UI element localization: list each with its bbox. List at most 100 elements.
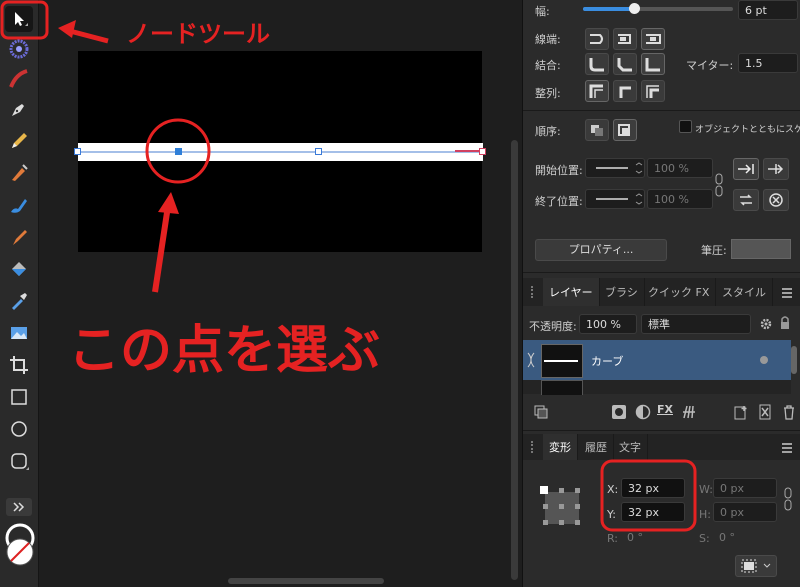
join-miter-button[interactable] [585, 53, 609, 75]
swap-icon [740, 194, 752, 206]
width-label: 幅: [535, 5, 550, 18]
lock-icon[interactable] [779, 315, 791, 330]
cap-label: 線端: [535, 33, 561, 46]
r-label: R: [607, 532, 619, 545]
align-outside-button[interactable] [641, 80, 665, 102]
chain-link-icon [715, 173, 723, 197]
align-outside-icon [646, 85, 659, 98]
width-slider[interactable] [583, 3, 733, 14]
layer-options-icon[interactable] [533, 404, 549, 424]
cap-round-button[interactable] [613, 28, 637, 50]
tab-styles[interactable]: スタイル [716, 278, 773, 306]
arrowhead-past-end-button[interactable] [763, 158, 789, 180]
cap-butt-button[interactable] [585, 28, 609, 50]
scale-with-object-label: オブジェクトとともにスケーリング [695, 125, 800, 135]
start-label: 開始位置: [535, 164, 583, 177]
link-arrowheads-toggle[interactable] [714, 172, 724, 198]
anchor-point-selector[interactable] [539, 484, 587, 530]
point-arrow [152, 205, 171, 293]
tool-arrow-head [58, 20, 76, 38]
width-slider-thumb[interactable] [629, 3, 640, 14]
w-label: W: [699, 483, 713, 496]
line-end-icon [596, 162, 643, 174]
align-inside-icon [589, 84, 603, 98]
point-highlight-circle [145, 118, 211, 184]
align-label: 整列: [535, 87, 561, 100]
transform-tabbar: 変形 履歴 文字 [523, 434, 800, 460]
miter-label: マイター: [686, 59, 734, 72]
layer-type-icon [526, 351, 536, 369]
join-bevel-icon [645, 58, 660, 72]
s-label: S: [699, 532, 710, 545]
mask-icon[interactable] [611, 404, 627, 424]
layer-thumbnail [541, 344, 583, 378]
layer-name: カーブ [591, 355, 624, 368]
tab-history[interactable]: 履歴 [579, 434, 614, 460]
fx-icon[interactable]: FX [657, 403, 673, 416]
lock-aspect-toggle[interactable] [783, 486, 793, 512]
tab-transform[interactable]: 変形 [543, 434, 578, 460]
start-arrowhead-select[interactable] [585, 158, 645, 178]
trash-icon[interactable] [781, 404, 797, 424]
tab-quick-fx[interactable]: クイック FX [642, 278, 717, 306]
cap-square-button[interactable] [641, 28, 665, 50]
divider [523, 110, 800, 111]
pressure-graph[interactable] [731, 239, 791, 259]
layers-footer: FX [523, 398, 800, 426]
miter-field[interactable]: 1.5 [738, 53, 798, 73]
align-center-button[interactable] [613, 80, 637, 102]
blend-mode-select[interactable]: 標準 [641, 314, 751, 334]
remove-arrowheads-button[interactable] [763, 189, 789, 211]
tab-text[interactable]: 文字 [613, 434, 648, 460]
group-layers-icon[interactable] [757, 404, 773, 424]
line-end-icon [596, 193, 643, 205]
xy-highlight [600, 459, 697, 532]
arrowhead-at-end-button[interactable] [733, 158, 759, 180]
add-layer-icon[interactable] [733, 404, 749, 424]
arrow-past-line-icon [768, 164, 784, 174]
divider [523, 430, 800, 431]
shear-field[interactable]: 0 ° [713, 528, 777, 548]
start-scale-field[interactable]: 100 % [647, 158, 713, 178]
tab-brushes[interactable]: ブラシ [599, 278, 645, 306]
join-round-button[interactable] [613, 53, 637, 75]
align-inside-button[interactable] [585, 80, 609, 102]
cap-square-icon [646, 34, 661, 44]
bounding-box-icon [741, 559, 771, 573]
adjustment-icon[interactable] [635, 404, 651, 424]
layers-scrollbar[interactable] [791, 346, 797, 374]
swap-arrowheads-button[interactable] [733, 189, 759, 211]
opacity-field[interactable]: 100 % [579, 314, 637, 334]
end-scale-field[interactable]: 100 % [647, 189, 713, 209]
panel-menu-icon[interactable] [781, 285, 793, 299]
layer-row-curve[interactable]: カーブ [523, 340, 791, 380]
layer-visibility-dot[interactable] [760, 356, 768, 364]
join-round-icon [617, 58, 632, 72]
h-label: H: [699, 508, 711, 521]
settings-gear-icon[interactable] [759, 316, 773, 330]
properties-button[interactable]: プロパティ... [535, 239, 667, 261]
stroke-behind-button[interactable] [585, 119, 609, 141]
arrow-to-line-icon [738, 164, 754, 174]
stroke-front-icon [618, 124, 630, 136]
stroke-front-button[interactable] [613, 119, 637, 141]
node-tool-highlight [0, 0, 49, 40]
join-bevel-button[interactable] [641, 53, 665, 75]
w-field[interactable]: 0 px [713, 478, 777, 498]
transform-options-button[interactable] [735, 555, 777, 577]
scale-with-object-checkbox[interactable] [679, 120, 692, 133]
end-label: 終了位置: [535, 195, 583, 208]
cap-butt-icon [590, 34, 603, 44]
h-field[interactable]: 0 px [713, 502, 777, 522]
panel-menu-icon[interactable] [781, 440, 793, 454]
stroke-behind-icon [591, 125, 603, 136]
width-field[interactable]: 6 pt [738, 0, 798, 20]
node-tool-annotation: ノードツール [126, 20, 270, 48]
layer-row-partial[interactable] [523, 380, 791, 395]
drag-handle-icon[interactable] [531, 441, 537, 453]
end-arrowhead-select[interactable] [585, 189, 645, 209]
tab-layers[interactable]: レイヤー [543, 278, 600, 306]
drag-handle-icon[interactable] [531, 286, 537, 298]
anchor-grid-icon [540, 486, 580, 525]
live-filter-icon[interactable] [681, 404, 697, 424]
